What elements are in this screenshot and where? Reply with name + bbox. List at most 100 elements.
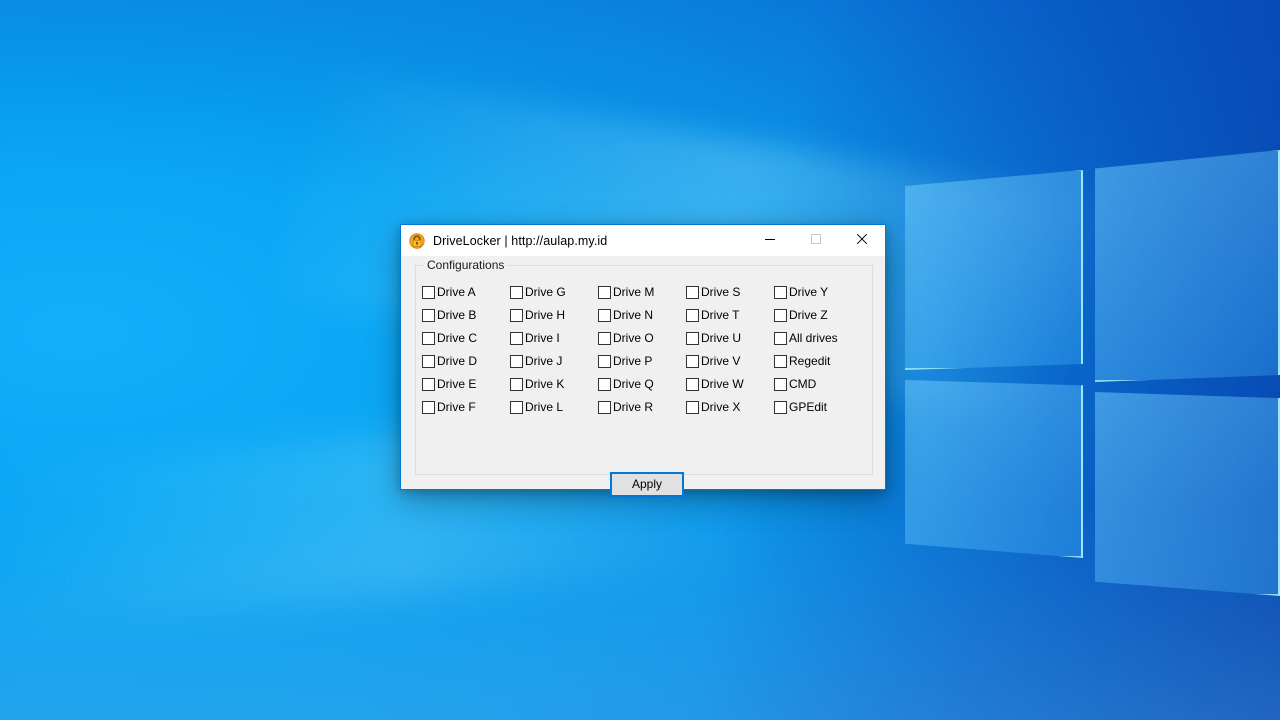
checkbox-box[interactable] — [422, 309, 435, 322]
checkbox-box[interactable] — [598, 355, 611, 368]
checkbox-drive-g[interactable]: Drive G — [510, 281, 598, 304]
checkbox-box[interactable] — [510, 378, 523, 391]
checkbox-box[interactable] — [686, 286, 699, 299]
drive-checkbox-grid: Drive A Drive B Drive C Drive D Drive E Drive… — [422, 281, 862, 419]
checkbox-label: Drive E — [437, 377, 477, 391]
checkbox-label: CMD — [789, 377, 817, 391]
checkbox-box[interactable] — [598, 401, 611, 414]
checkbox-label: Drive M — [613, 285, 655, 299]
checkbox-label: Drive Y — [789, 285, 829, 299]
checkbox-label: Drive Z — [789, 308, 828, 322]
checkbox-label: Drive T — [701, 308, 740, 322]
checkbox-drive-t[interactable]: Drive T — [686, 304, 774, 327]
padlock-icon — [409, 232, 425, 249]
checkbox-box[interactable] — [774, 355, 787, 368]
checkbox-drive-i[interactable]: Drive I — [510, 327, 598, 350]
checkbox-box[interactable] — [774, 309, 787, 322]
checkbox-drive-k[interactable]: Drive K — [510, 373, 598, 396]
checkbox-label: Drive J — [525, 354, 563, 368]
title-bar[interactable]: DriveLocker | http://aulap.my.id — [401, 225, 885, 256]
checkbox-drive-n[interactable]: Drive N — [598, 304, 686, 327]
checkbox-drive-e[interactable]: Drive E — [422, 373, 510, 396]
checkbox-label: Drive I — [525, 331, 560, 345]
checkbox-drive-c[interactable]: Drive C — [422, 327, 510, 350]
client-area: Configurations Drive A Drive B Drive C Driv… — [401, 256, 885, 497]
checkbox-drive-y[interactable]: Drive Y — [774, 281, 862, 304]
checkbox-drive-m[interactable]: Drive M — [598, 281, 686, 304]
checkbox-drive-f[interactable]: Drive F — [422, 396, 510, 419]
checkbox-box[interactable] — [510, 286, 523, 299]
caption-button-group — [747, 225, 885, 256]
logo-pane-top-right — [1095, 150, 1280, 382]
checkbox-drive-s[interactable]: Drive S — [686, 281, 774, 304]
window-title: DriveLocker | http://aulap.my.id — [433, 233, 608, 248]
logo-pane-top-left — [905, 170, 1083, 370]
checkbox-box[interactable] — [686, 332, 699, 345]
checkbox-box[interactable] — [598, 286, 611, 299]
checkbox-box[interactable] — [686, 401, 699, 414]
checkbox-label: Drive P — [613, 354, 653, 368]
checkbox-box[interactable] — [774, 401, 787, 414]
close-button[interactable] — [839, 225, 885, 256]
checkbox-drive-x[interactable]: Drive X — [686, 396, 774, 419]
checkbox-label: Drive X — [701, 400, 741, 414]
checkbox-box[interactable] — [774, 286, 787, 299]
checkbox-label: All drives — [789, 331, 838, 345]
checkbox-label: Drive G — [525, 285, 566, 299]
checkbox-box[interactable] — [422, 401, 435, 414]
checkbox-drive-r[interactable]: Drive R — [598, 396, 686, 419]
checkbox-label: Drive L — [525, 400, 564, 414]
checkbox-box[interactable] — [774, 332, 787, 345]
checkbox-box[interactable] — [686, 378, 699, 391]
checkbox-gpedit[interactable]: GPEdit — [774, 396, 862, 419]
checkbox-label: GPEdit — [789, 400, 828, 414]
logo-pane-bottom-right — [1095, 392, 1280, 596]
checkbox-label: Drive N — [613, 308, 654, 322]
minimize-icon — [764, 233, 776, 248]
checkbox-box[interactable] — [686, 355, 699, 368]
checkbox-label: Drive C — [437, 331, 478, 345]
minimize-button[interactable] — [747, 225, 793, 256]
checkbox-drive-a[interactable]: Drive A — [422, 281, 510, 304]
checkbox-drive-w[interactable]: Drive W — [686, 373, 774, 396]
checkbox-box[interactable] — [422, 355, 435, 368]
maximize-icon — [810, 233, 822, 248]
apply-button[interactable]: Apply — [610, 472, 684, 497]
checkbox-box[interactable] — [422, 286, 435, 299]
checkbox-label: Drive A — [437, 285, 476, 299]
checkbox-label: Drive D — [437, 354, 478, 368]
checkbox-box[interactable] — [686, 309, 699, 322]
checkbox-drive-z[interactable]: Drive Z — [774, 304, 862, 327]
checkbox-drive-u[interactable]: Drive U — [686, 327, 774, 350]
checkbox-label: Drive V — [701, 354, 741, 368]
checkbox-box[interactable] — [510, 309, 523, 322]
checkbox-box[interactable] — [422, 378, 435, 391]
checkbox-drive-v[interactable]: Drive V — [686, 350, 774, 373]
checkbox-drive-o[interactable]: Drive O — [598, 327, 686, 350]
checkbox-box[interactable] — [422, 332, 435, 345]
checkbox-box[interactable] — [774, 378, 787, 391]
checkbox-box[interactable] — [510, 355, 523, 368]
checkbox-box[interactable] — [510, 401, 523, 414]
drivelocker-window[interactable]: DriveLocker | http://aulap.my.id Configu… — [400, 224, 886, 497]
desktop[interactable]: DriveLocker | http://aulap.my.id Configu… — [0, 0, 1280, 720]
checkbox-drive-p[interactable]: Drive P — [598, 350, 686, 373]
checkbox-drive-h[interactable]: Drive H — [510, 304, 598, 327]
checkbox-regedit[interactable]: Regedit — [774, 350, 862, 373]
checkbox-drive-b[interactable]: Drive B — [422, 304, 510, 327]
checkbox-all-drives[interactable]: All drives — [774, 327, 862, 350]
checkbox-label: Drive W — [701, 377, 744, 391]
checkbox-drive-l[interactable]: Drive L — [510, 396, 598, 419]
checkbox-label: Drive Q — [613, 377, 654, 391]
checkbox-box[interactable] — [598, 309, 611, 322]
checkbox-box[interactable] — [598, 378, 611, 391]
checkbox-cmd[interactable]: CMD — [774, 373, 862, 396]
checkbox-box[interactable] — [510, 332, 523, 345]
maximize-button[interactable] — [793, 225, 839, 256]
checkbox-drive-d[interactable]: Drive D — [422, 350, 510, 373]
checkbox-drive-q[interactable]: Drive Q — [598, 373, 686, 396]
checkbox-box[interactable] — [598, 332, 611, 345]
checkbox-label: Drive K — [525, 377, 565, 391]
checkbox-label: Regedit — [789, 354, 831, 368]
checkbox-drive-j[interactable]: Drive J — [510, 350, 598, 373]
